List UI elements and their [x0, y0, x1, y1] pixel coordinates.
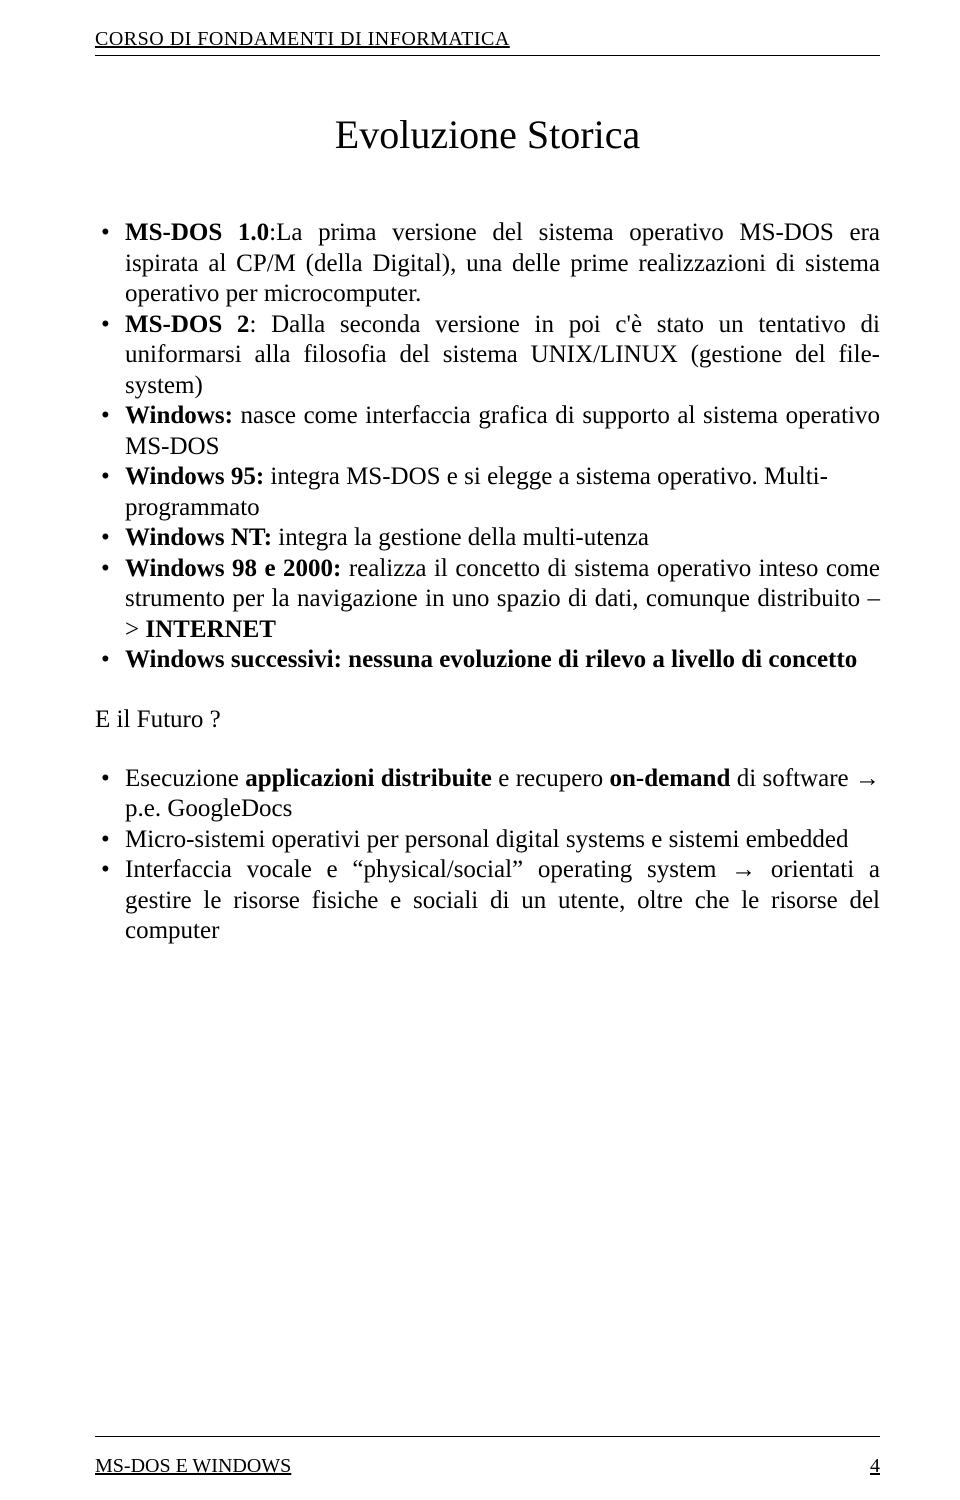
definition: integra la gestione della multi-utenza: [272, 524, 649, 551]
term: Windows successivi: nessuna evoluzione d…: [125, 646, 857, 673]
term: MS-DOS 2: [125, 311, 249, 338]
list-item: Windows 95: integra MS-DOS e si elegge a…: [95, 462, 880, 523]
subheading: E il Futuro ?: [95, 706, 880, 734]
footer-title: MS-DOS E WINDOWS: [95, 1455, 291, 1478]
term: MS-DOS 1.0: [125, 219, 269, 246]
term: on-demand: [610, 765, 731, 792]
term: applicazioni distribuite: [245, 765, 492, 792]
list-item: MS-DOS 2: Dalla seconda versione in poi …: [95, 310, 880, 402]
text: Esecuzione: [125, 765, 245, 792]
list-item: Micro-sistemi operativi per personal dig…: [95, 825, 880, 856]
text: Micro-sistemi operativi per personal dig…: [125, 826, 848, 853]
definition: nasce come interfaccia grafica di suppor…: [125, 402, 880, 460]
page-number: 4: [870, 1455, 880, 1478]
future-list: Esecuzione applicazioni distribuite e re…: [95, 764, 880, 947]
list-item: Interfaccia vocale e “physical/social” o…: [95, 855, 880, 947]
list-item: Windows: nasce come interfaccia grafica …: [95, 401, 880, 462]
term: Windows NT:: [125, 524, 272, 551]
footer-rule: [95, 1436, 880, 1437]
list-item: Windows 98 e 2000: realizza il concetto …: [95, 554, 880, 646]
term: Windows 98 e 2000:: [125, 555, 341, 582]
list-item: MS-DOS 1.0:La prima versione del sistema…: [95, 218, 880, 310]
course-header: CORSO DI FONDAMENTI DI INFORMATICA: [95, 28, 880, 53]
term: Windows:: [125, 402, 233, 429]
list-item: Esecuzione applicazioni distribuite e re…: [95, 764, 880, 825]
list-item: Windows successivi: nessuna evoluzione d…: [95, 645, 880, 676]
term: Windows 95:: [125, 463, 264, 490]
history-list: MS-DOS 1.0:La prima versione del sistema…: [95, 218, 880, 676]
list-item: Windows NT: integra la gestione della mu…: [95, 523, 880, 554]
term: INTERNET: [145, 616, 276, 643]
text: e recupero: [492, 765, 610, 792]
text: Interfaccia vocale e “physical/social” o…: [125, 856, 880, 944]
page-title: Evoluzione Storica: [95, 111, 880, 158]
header-rule: [95, 55, 880, 56]
